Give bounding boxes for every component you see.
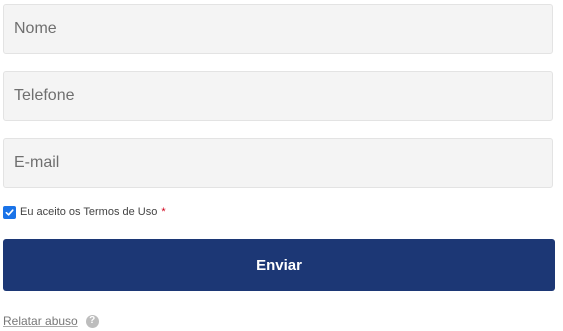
contact-form: Eu aceito os Termos de Uso * Enviar Rela…: [0, 0, 563, 331]
phone-field[interactable]: [3, 71, 553, 121]
terms-label[interactable]: Eu aceito os Termos de Uso: [20, 206, 157, 218]
terms-checkbox[interactable]: [3, 205, 16, 219]
checkmark-icon: [5, 208, 14, 216]
question-circle-icon[interactable]: ?: [85, 314, 99, 328]
required-mark: *: [161, 206, 166, 218]
email-field[interactable]: [3, 138, 553, 188]
terms-consent: Eu aceito os Termos de Uso *: [3, 204, 166, 220]
report-abuse-link[interactable]: Relatar abuso: [3, 314, 78, 328]
submit-button[interactable]: Enviar: [3, 239, 555, 291]
name-field[interactable]: [3, 4, 553, 54]
footer: Relatar abuso ?: [3, 312, 99, 330]
